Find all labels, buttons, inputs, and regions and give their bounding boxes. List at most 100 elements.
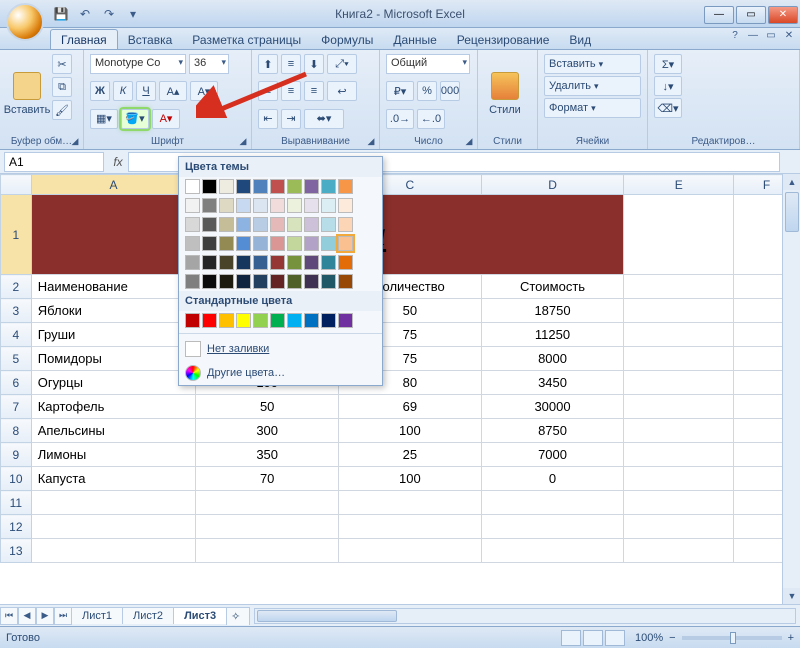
- row-header-6[interactable]: 6: [1, 371, 32, 395]
- cell[interactable]: 11250: [481, 323, 624, 347]
- grow-font-icon[interactable]: A▴: [159, 81, 187, 101]
- color-swatch[interactable]: [270, 274, 285, 289]
- cut-icon[interactable]: ✂: [52, 54, 72, 74]
- color-swatch[interactable]: [219, 236, 234, 251]
- color-swatch[interactable]: [338, 179, 353, 194]
- zoom-value[interactable]: 100%: [635, 632, 663, 644]
- minimize-button[interactable]: —: [704, 6, 734, 24]
- currency-icon[interactable]: ₽▾: [386, 81, 414, 101]
- format-painter-icon[interactable]: 🖌: [52, 100, 72, 120]
- color-swatch[interactable]: [287, 274, 302, 289]
- color-swatch[interactable]: [321, 313, 336, 328]
- color-swatch[interactable]: [287, 179, 302, 194]
- scroll-thumb[interactable]: [785, 192, 799, 232]
- insert-cells-button[interactable]: Вставить: [544, 54, 641, 74]
- tab-insert[interactable]: Вставка: [118, 30, 183, 49]
- increase-decimal-icon[interactable]: .0→: [386, 109, 414, 129]
- mdi-minimize[interactable]: —: [746, 30, 760, 41]
- shrink-font-icon[interactable]: A▾: [190, 81, 218, 101]
- color-swatch[interactable]: [338, 198, 353, 213]
- qat-dropdown-icon[interactable]: ▾: [124, 5, 142, 23]
- row-header-1[interactable]: 1: [1, 195, 32, 275]
- color-swatch[interactable]: [321, 274, 336, 289]
- styles-button[interactable]: Стили: [484, 54, 526, 118]
- color-swatch[interactable]: [202, 255, 217, 270]
- sheet-tab-3[interactable]: Лист3: [173, 607, 227, 624]
- color-swatch[interactable]: [185, 179, 200, 194]
- color-swatch[interactable]: [270, 179, 285, 194]
- color-swatch[interactable]: [304, 313, 319, 328]
- color-swatch[interactable]: [202, 236, 217, 251]
- color-swatch[interactable]: [253, 274, 268, 289]
- color-swatch[interactable]: [185, 274, 200, 289]
- color-swatch[interactable]: [253, 217, 268, 232]
- color-swatch[interactable]: [185, 217, 200, 232]
- color-swatch[interactable]: [253, 198, 268, 213]
- clear-icon[interactable]: ⌫▾: [654, 98, 682, 118]
- zoom-slider[interactable]: [682, 636, 782, 640]
- wrap-text-icon[interactable]: ↩: [327, 81, 357, 101]
- color-swatch[interactable]: [202, 313, 217, 328]
- tab-data[interactable]: Данные: [383, 30, 446, 49]
- cell[interactable]: Капуста: [31, 467, 196, 491]
- col-header-D[interactable]: D: [481, 175, 624, 195]
- color-swatch[interactable]: [253, 313, 268, 328]
- color-swatch[interactable]: [185, 236, 200, 251]
- color-swatch[interactable]: [253, 255, 268, 270]
- row-header-9[interactable]: 9: [1, 443, 32, 467]
- view-normal-icon[interactable]: [561, 630, 581, 646]
- color-swatch[interactable]: [202, 179, 217, 194]
- color-swatch[interactable]: [202, 217, 217, 232]
- fill-icon[interactable]: ↓▾: [654, 76, 682, 96]
- color-swatch[interactable]: [321, 255, 336, 270]
- color-swatch[interactable]: [236, 179, 251, 194]
- row-header-4[interactable]: 4: [1, 323, 32, 347]
- horizontal-scrollbar[interactable]: [254, 608, 796, 624]
- header-cost[interactable]: Стоимость: [481, 275, 624, 299]
- header-name[interactable]: Наименование: [31, 275, 196, 299]
- copy-icon[interactable]: ⧉: [52, 77, 72, 97]
- tab-home[interactable]: Главная: [50, 29, 118, 49]
- align-right-icon[interactable]: ≡: [304, 81, 324, 101]
- sheet-tab-2[interactable]: Лист2: [122, 607, 174, 624]
- font-name-combo[interactable]: Monotype Co: [90, 54, 186, 74]
- color-swatch[interactable]: [304, 274, 319, 289]
- color-swatch[interactable]: [270, 217, 285, 232]
- tab-nav-prev-icon[interactable]: ◀: [18, 607, 36, 625]
- close-button[interactable]: ✕: [768, 6, 798, 24]
- view-page-layout-icon[interactable]: [583, 630, 603, 646]
- more-colors-item[interactable]: Другие цвета…: [179, 361, 382, 385]
- maximize-button[interactable]: ▭: [736, 6, 766, 24]
- cell[interactable]: 30000: [481, 395, 624, 419]
- redo-icon[interactable]: ↷: [100, 5, 118, 23]
- office-button[interactable]: [6, 3, 44, 41]
- percent-icon[interactable]: %: [417, 81, 437, 101]
- fx-icon[interactable]: fx: [108, 155, 128, 169]
- align-middle-icon[interactable]: ≡: [281, 54, 301, 74]
- save-icon[interactable]: 💾: [52, 5, 70, 23]
- color-swatch[interactable]: [321, 236, 336, 251]
- row-header-11[interactable]: 11: [1, 491, 32, 515]
- font-size-combo[interactable]: 36: [189, 54, 229, 74]
- clipboard-launcher-icon[interactable]: ◢: [69, 135, 81, 147]
- row-header-3[interactable]: 3: [1, 299, 32, 323]
- cell[interactable]: 8750: [481, 419, 624, 443]
- color-swatch[interactable]: [287, 255, 302, 270]
- merge-center-button[interactable]: ⬌▾: [304, 109, 344, 129]
- cell[interactable]: 350: [196, 443, 339, 467]
- color-swatch[interactable]: [304, 255, 319, 270]
- color-swatch[interactable]: [338, 313, 353, 328]
- tab-page-layout[interactable]: Разметка страницы: [182, 30, 311, 49]
- comma-icon[interactable]: 000: [440, 81, 460, 101]
- scroll-down-icon[interactable]: ▼: [783, 588, 800, 604]
- color-swatch[interactable]: [185, 255, 200, 270]
- cell[interactable]: 7000: [481, 443, 624, 467]
- cell[interactable]: 70: [196, 467, 339, 491]
- color-swatch[interactable]: [236, 217, 251, 232]
- color-swatch[interactable]: [270, 236, 285, 251]
- scroll-up-icon[interactable]: ▲: [783, 174, 800, 190]
- color-swatch[interactable]: [270, 313, 285, 328]
- color-swatch[interactable]: [202, 274, 217, 289]
- worksheet-grid[interactable]: A B C D E F 1 Таблица 2 Наименование Кол…: [0, 174, 800, 604]
- help-icon[interactable]: ?: [728, 30, 742, 41]
